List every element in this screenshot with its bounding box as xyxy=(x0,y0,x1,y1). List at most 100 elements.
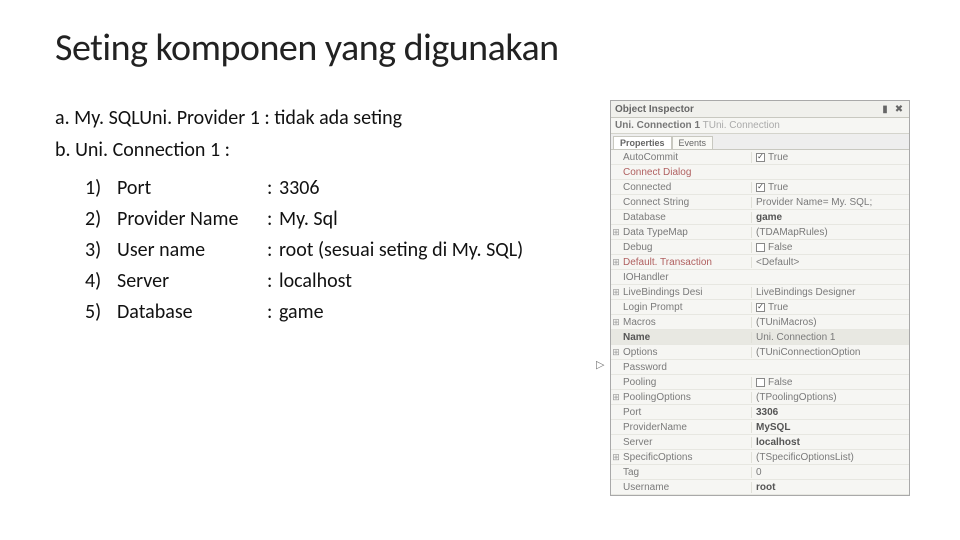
checkbox-icon[interactable] xyxy=(756,378,765,387)
property-row[interactable]: Password xyxy=(611,360,909,375)
inspector-class-name: TUni. Connection xyxy=(703,120,780,131)
property-name: Pooling xyxy=(621,377,751,388)
sub-val: root (sesuai seting di My. SQL) xyxy=(279,235,523,265)
inspector-title: Object Inspector xyxy=(615,104,877,115)
property-value[interactable]: (TUniMacros) xyxy=(751,317,909,328)
property-value[interactable]: LiveBindings Designer xyxy=(751,287,909,298)
expand-icon[interactable]: ⊞ xyxy=(611,287,621,298)
property-row[interactable]: AutoCommit✓True xyxy=(611,150,909,165)
property-name: Default. Transaction xyxy=(621,257,751,268)
property-name: Port xyxy=(621,407,751,418)
property-name: AutoCommit xyxy=(621,152,751,163)
property-name: Tag xyxy=(621,467,751,478)
property-value[interactable]: MySQL xyxy=(751,422,909,433)
tab-events[interactable]: Events xyxy=(672,136,714,149)
property-name: LiveBindings Desi xyxy=(621,287,751,298)
property-row[interactable]: PoolingFalse xyxy=(611,375,909,390)
sub-sep: : xyxy=(267,173,279,203)
property-value[interactable]: (TSpecificOptionsList) xyxy=(751,452,909,463)
property-name: Login Prompt xyxy=(621,302,751,313)
sub-label: Provider Name xyxy=(117,204,267,234)
sub-num: 1) xyxy=(85,173,117,203)
property-value[interactable]: 0 xyxy=(751,467,909,478)
property-row[interactable]: DebugFalse xyxy=(611,240,909,255)
property-value[interactable]: ✓True xyxy=(751,152,909,163)
expand-icon[interactable]: ⊞ xyxy=(611,227,621,238)
sub-label: Database xyxy=(117,297,267,327)
checkbox-icon[interactable]: ✓ xyxy=(756,303,765,312)
close-icon[interactable]: ✖ xyxy=(893,103,905,115)
property-value[interactable]: root xyxy=(751,482,909,493)
inspector-header: Object Inspector ▮ ✖ xyxy=(611,101,909,118)
property-value[interactable]: Provider Name= My. SQL; xyxy=(751,197,909,208)
property-row[interactable]: Connect Dialog xyxy=(611,165,909,180)
sub-val: 3306 xyxy=(279,173,320,203)
item-a-text: My. SQLUni. Provider 1 : tidak ada setin… xyxy=(74,106,402,130)
sub-num: 5) xyxy=(85,297,117,327)
property-value[interactable]: <Default> xyxy=(751,257,909,268)
property-row[interactable]: Connect StringProvider Name= My. SQL; xyxy=(611,195,909,210)
property-row[interactable]: ⊞SpecificOptions(TSpecificOptionsList) xyxy=(611,450,909,465)
sub-num: 4) xyxy=(85,266,117,296)
sub-label: User name xyxy=(117,235,267,265)
tab-properties[interactable]: Properties xyxy=(613,136,672,149)
property-name: Password xyxy=(621,362,751,373)
property-row[interactable]: ⊞PoolingOptions(TPoolingOptions) xyxy=(611,390,909,405)
sub-num: 2) xyxy=(85,204,117,234)
property-value[interactable]: (TUniConnectionOption xyxy=(751,347,909,358)
property-row[interactable]: Port3306 xyxy=(611,405,909,420)
property-row[interactable]: ⊞Data TypeMap(TDAMapRules) xyxy=(611,225,909,240)
property-row[interactable]: Usernameroot xyxy=(611,480,909,495)
property-row[interactable]: Tag0 xyxy=(611,465,909,480)
property-row[interactable]: ProviderNameMySQL xyxy=(611,420,909,435)
property-value[interactable]: False xyxy=(751,377,909,388)
sub-label: Server xyxy=(117,266,267,296)
property-row[interactable]: ⊞LiveBindings DesiLiveBindings Designer xyxy=(611,285,909,300)
property-name: PoolingOptions xyxy=(621,392,751,403)
property-row[interactable]: Login Prompt✓True xyxy=(611,300,909,315)
expand-icon[interactable]: ⊞ xyxy=(611,317,621,328)
property-value[interactable]: localhost xyxy=(751,437,909,448)
expand-icon[interactable]: ⊞ xyxy=(611,347,621,358)
property-row[interactable]: Serverlocalhost xyxy=(611,435,909,450)
checkbox-icon[interactable] xyxy=(756,243,765,252)
property-name: Connect Dialog xyxy=(621,167,751,178)
property-name: Database xyxy=(621,212,751,223)
item-b-text: Uni. Connection 1 : xyxy=(75,138,230,162)
expand-icon[interactable]: ⊞ xyxy=(611,392,621,403)
property-name: Connected xyxy=(621,182,751,193)
property-name: Options xyxy=(621,347,751,358)
inspector-grid[interactable]: AutoCommit✓TrueConnect DialogConnected✓T… xyxy=(611,150,909,495)
property-name: ProviderName xyxy=(621,422,751,433)
sub-val: game xyxy=(279,297,324,327)
property-row[interactable]: Connected✓True xyxy=(611,180,909,195)
property-row[interactable]: ⊞Default. Transaction<Default> xyxy=(611,255,909,270)
property-value[interactable]: 3306 xyxy=(751,407,909,418)
property-row[interactable]: NameUni. Connection 1 xyxy=(611,330,909,345)
checkbox-icon[interactable]: ✓ xyxy=(756,183,765,192)
property-value[interactable]: (TPoolingOptions) xyxy=(751,392,909,403)
property-name: Data TypeMap xyxy=(621,227,751,238)
property-row[interactable]: Databasegame xyxy=(611,210,909,225)
property-row[interactable]: ⊞Macros(TUniMacros) xyxy=(611,315,909,330)
property-value[interactable]: game xyxy=(751,212,909,223)
property-name: Server xyxy=(621,437,751,448)
expand-icon[interactable]: ⊞ xyxy=(611,257,621,268)
inspector-tabs: Properties Events xyxy=(611,134,909,150)
sub-sep: : xyxy=(267,235,279,265)
checkbox-icon[interactable]: ✓ xyxy=(756,153,765,162)
item-b-marker: b. xyxy=(55,138,71,162)
property-value[interactable]: False xyxy=(751,242,909,253)
item-a-marker: a. xyxy=(55,106,70,130)
property-row[interactable]: IOHandler xyxy=(611,270,909,285)
property-value[interactable]: ✓True xyxy=(751,302,909,313)
pin-icon[interactable]: ▮ xyxy=(879,103,891,115)
property-value[interactable]: (TDAMapRules) xyxy=(751,227,909,238)
sub-label: Port xyxy=(117,173,267,203)
property-row[interactable]: ⊞Options(TUniConnectionOption xyxy=(611,345,909,360)
property-value[interactable]: ✓True xyxy=(751,182,909,193)
sub-val: My. Sql xyxy=(279,204,338,234)
expand-icon[interactable]: ⊞ xyxy=(611,452,621,463)
inspector-object-line[interactable]: Uni. Connection 1 TUni. Connection xyxy=(611,118,909,134)
property-value[interactable]: Uni. Connection 1 xyxy=(751,332,909,343)
